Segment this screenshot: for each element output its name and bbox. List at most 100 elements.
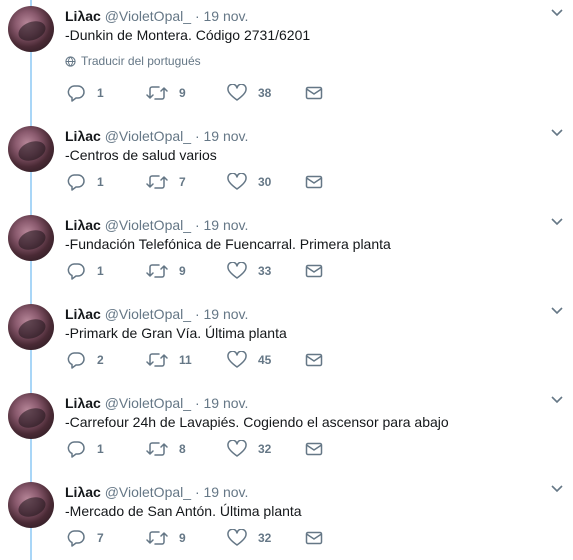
retweet-button[interactable]: 9 — [146, 528, 186, 548]
tweet[interactable]: Liλac @VioletOpal_ · 19 nov. -Mercado de… — [0, 476, 573, 560]
separator-dot: · — [194, 8, 200, 24]
chevron-down-icon[interactable] — [550, 484, 564, 494]
retweet-count: 9 — [179, 86, 186, 100]
reply-count: 1 — [97, 175, 104, 189]
reply-button[interactable]: 7 — [66, 528, 104, 548]
retweet-count: 11 — [179, 353, 192, 367]
like-count: 32 — [258, 531, 272, 545]
reply-button[interactable]: 2 — [66, 350, 104, 370]
tweet-text: -Dunkin de Montera. Código 2731/6201 — [65, 27, 311, 43]
chevron-down-icon[interactable] — [550, 217, 564, 227]
like-button[interactable]: 38 — [227, 83, 271, 103]
retweet-icon — [146, 353, 168, 367]
direct-message-button[interactable] — [305, 350, 323, 370]
globe-icon — [65, 55, 76, 67]
tweet-date[interactable]: 19 nov. — [204, 484, 249, 500]
reply-button[interactable]: 1 — [66, 172, 104, 192]
retweet-icon — [146, 86, 168, 100]
user-handle[interactable]: @VioletOpal_ — [105, 306, 191, 322]
display-name[interactable]: Liλac — [65, 8, 101, 24]
retweet-count: 7 — [179, 175, 186, 189]
chevron-down-icon[interactable] — [550, 395, 564, 405]
reply-icon — [67, 441, 85, 458]
display-name[interactable]: Liλac — [65, 395, 101, 411]
tweet-text: -Centros de salud varios — [65, 147, 217, 163]
tweet-header: Liλac @VioletOpal_ · 19 nov. — [65, 484, 248, 500]
retweet-button[interactable]: 8 — [146, 439, 186, 459]
direct-message-button[interactable] — [305, 439, 323, 459]
envelope-icon — [305, 531, 323, 545]
like-button[interactable]: 32 — [227, 439, 271, 459]
user-handle[interactable]: @VioletOpal_ — [105, 484, 191, 500]
user-handle[interactable]: @VioletOpal_ — [105, 217, 191, 233]
tweet-date[interactable]: 19 nov. — [204, 8, 249, 24]
retweet-count: 8 — [179, 442, 186, 456]
tweet-date[interactable]: 19 nov. — [204, 128, 249, 144]
tweet-text: -Fundación Telefónica de Fuencarral. Pri… — [65, 236, 391, 252]
direct-message-button[interactable] — [305, 172, 323, 192]
tweet[interactable]: Liλac @VioletOpal_ · 19 nov. -Centros de… — [0, 120, 573, 200]
reply-button[interactable]: 1 — [66, 83, 104, 103]
reply-button[interactable]: 1 — [66, 261, 104, 281]
like-count: 32 — [258, 442, 272, 456]
like-button[interactable]: 33 — [227, 261, 271, 281]
display-name[interactable]: Liλac — [65, 306, 101, 322]
like-button[interactable]: 45 — [227, 350, 271, 370]
retweet-button[interactable]: 7 — [146, 172, 186, 192]
envelope-icon — [305, 86, 323, 100]
avatar[interactable] — [8, 482, 54, 528]
tweet-header: Liλac @VioletOpal_ · 19 nov. — [65, 217, 248, 233]
translate-label: Traducir del portugués — [81, 54, 201, 68]
envelope-icon — [305, 353, 323, 367]
tweet-header: Liλac @VioletOpal_ · 19 nov. — [65, 8, 248, 24]
retweet-icon — [146, 264, 168, 278]
retweet-button[interactable]: 9 — [146, 261, 186, 281]
direct-message-button[interactable] — [305, 261, 323, 281]
direct-message-button[interactable] — [305, 83, 323, 103]
chevron-down-icon[interactable] — [550, 8, 564, 18]
reply-icon — [67, 85, 85, 102]
envelope-icon — [305, 264, 323, 278]
user-handle[interactable]: @VioletOpal_ — [105, 128, 191, 144]
user-handle[interactable]: @VioletOpal_ — [105, 8, 191, 24]
avatar[interactable] — [8, 126, 54, 172]
reply-icon — [67, 530, 85, 547]
tweet[interactable]: Liλac @VioletOpal_ · 19 nov. -Fundación … — [0, 209, 573, 289]
avatar[interactable] — [8, 393, 54, 439]
direct-message-button[interactable] — [305, 528, 323, 548]
envelope-icon — [305, 442, 323, 456]
tweet-text: -Carrefour 24h de Lavapiés. Cogiendo el … — [65, 414, 449, 430]
reply-count: 1 — [97, 442, 104, 456]
like-count: 38 — [258, 86, 272, 100]
display-name[interactable]: Liλac — [65, 217, 101, 233]
retweet-button[interactable]: 11 — [146, 350, 192, 370]
avatar[interactable] — [8, 304, 54, 350]
heart-icon — [227, 173, 247, 190]
user-handle[interactable]: @VioletOpal_ — [105, 395, 191, 411]
display-name[interactable]: Liλac — [65, 484, 101, 500]
separator-dot: · — [194, 306, 200, 322]
retweet-icon — [146, 531, 168, 545]
reply-button[interactable]: 1 — [66, 439, 104, 459]
tweet-date[interactable]: 19 nov. — [204, 395, 249, 411]
reply-icon — [67, 174, 85, 191]
translate-link[interactable]: Traducir del portugués — [65, 54, 201, 68]
avatar[interactable] — [8, 215, 54, 261]
avatar[interactable] — [8, 6, 54, 52]
like-button[interactable]: 30 — [227, 172, 271, 192]
tweet[interactable]: Liλac @VioletOpal_ · 19 nov. -Dunkin de … — [0, 0, 573, 110]
retweet-icon — [146, 175, 168, 189]
tweet[interactable]: Liλac @VioletOpal_ · 19 nov. -Primark de… — [0, 298, 573, 378]
separator-dot: · — [194, 395, 200, 411]
heart-icon — [227, 262, 247, 279]
retweet-button[interactable]: 9 — [146, 83, 186, 103]
chevron-down-icon[interactable] — [550, 306, 564, 316]
tweet-date[interactable]: 19 nov. — [204, 306, 249, 322]
tweet-date[interactable]: 19 nov. — [204, 217, 249, 233]
like-button[interactable]: 32 — [227, 528, 271, 548]
like-count: 30 — [258, 175, 272, 189]
chevron-down-icon[interactable] — [550, 128, 564, 138]
display-name[interactable]: Liλac — [65, 128, 101, 144]
separator-dot: · — [194, 217, 200, 233]
tweet[interactable]: Liλac @VioletOpal_ · 19 nov. -Carrefour … — [0, 387, 573, 467]
